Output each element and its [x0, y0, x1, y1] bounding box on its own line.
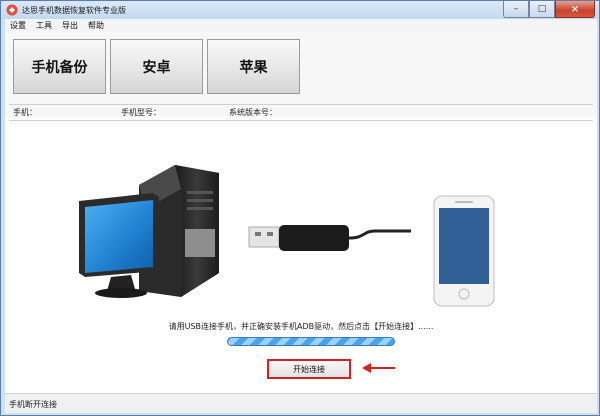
- smartphone-icon: [433, 195, 495, 307]
- divider: [9, 104, 593, 105]
- phone-model-label: 手机型号：: [121, 108, 161, 117]
- status-bar: 手机断开连接: [5, 393, 597, 413]
- os-version-label: 系统版本号：: [229, 108, 277, 117]
- menu-settings[interactable]: 设置: [5, 19, 31, 31]
- usb-cable-icon: [248, 225, 411, 251]
- minimize-button[interactable]: –: [503, 1, 529, 18]
- device-info-row: 手机： 手机型号： 系统版本号：: [13, 107, 593, 121]
- iphone-button[interactable]: 苹果: [207, 39, 300, 94]
- computer-icon: [79, 165, 219, 298]
- phone-backup-button[interactable]: 手机备份: [13, 39, 106, 94]
- title-bar[interactable]: 达思手机数据恢复软件专业版 – □ ×: [1, 1, 599, 19]
- maximize-button[interactable]: □: [529, 1, 555, 18]
- window-title: 达思手机数据恢复软件专业版: [22, 6, 126, 15]
- menu-tools[interactable]: 工具: [31, 19, 57, 31]
- app-icon: [6, 4, 18, 16]
- red-arrow-icon: [362, 363, 395, 373]
- menu-export[interactable]: 导出: [57, 19, 83, 31]
- phone-label: 手机：: [13, 108, 37, 117]
- app-window: 达思手机数据恢复软件专业版 – □ × 设置 工具 导出 帮助 手机备份 安卓 …: [0, 0, 600, 416]
- divider: [9, 120, 593, 121]
- menu-bar: 设置 工具 导出 帮助: [5, 19, 597, 31]
- close-button[interactable]: ×: [555, 1, 595, 18]
- status-text: 手机断开连接: [9, 400, 57, 409]
- connection-progress-bar: [227, 337, 395, 346]
- connection-instruction: 请用USB连接手机，并正确安装手机ADB驱动，然后点击【开始连接】......: [168, 322, 434, 331]
- client-area: 设置 工具 导出 帮助 手机备份 安卓 苹果 手机： 手机型号： 系统版本号：: [5, 19, 597, 413]
- start-connection-button[interactable]: 开始连接: [267, 359, 351, 379]
- window-controls: – □ ×: [503, 1, 595, 19]
- connection-stage: 请用USB连接手机，并正确安装手机ADB驱动，然后点击【开始连接】...... …: [5, 137, 597, 393]
- android-button[interactable]: 安卓: [110, 39, 203, 94]
- menu-help[interactable]: 帮助: [83, 19, 109, 31]
